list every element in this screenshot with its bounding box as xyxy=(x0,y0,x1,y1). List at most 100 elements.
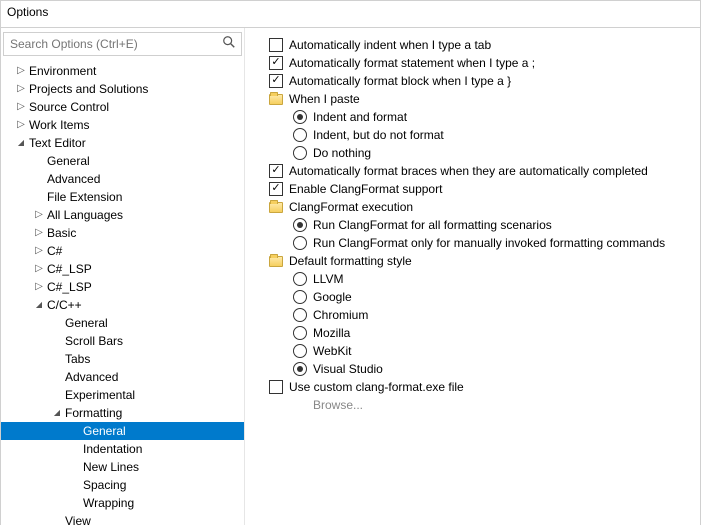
radio[interactable] xyxy=(293,308,307,322)
radio[interactable] xyxy=(293,272,307,286)
tree-item[interactable]: ▷Wrapping xyxy=(1,494,244,512)
settings-option[interactable]: Automatically indent when I type a tab xyxy=(251,36,696,54)
tree-item[interactable]: ▷General xyxy=(1,152,244,170)
search-input[interactable] xyxy=(4,33,241,55)
checkbox[interactable] xyxy=(269,56,283,70)
option-label: Indent and format xyxy=(313,108,407,126)
chevron-right-icon[interactable]: ▷ xyxy=(33,242,45,260)
options-tree[interactable]: ▷Environment▷Projects and Solutions▷Sour… xyxy=(1,60,244,525)
option-label: Mozilla xyxy=(313,324,350,342)
settings-option[interactable]: WebKit xyxy=(251,342,696,360)
settings-option[interactable]: Automatically format statement when I ty… xyxy=(251,54,696,72)
tree-item-label: All Languages xyxy=(45,206,123,224)
tree-item[interactable]: ▷Projects and Solutions xyxy=(1,80,244,98)
options-dialog: Options ▷Environment▷Projects and Soluti… xyxy=(0,0,701,525)
tree-item-label: Wrapping xyxy=(81,494,134,512)
tree-item[interactable]: ▷Scroll Bars xyxy=(1,332,244,350)
tree-item[interactable]: ◢Formatting xyxy=(1,404,244,422)
tree-item-label: Advanced xyxy=(45,170,100,188)
radio[interactable] xyxy=(293,218,307,232)
chevron-right-icon[interactable]: ▷ xyxy=(15,62,27,80)
settings-option[interactable]: Do nothing xyxy=(251,144,696,162)
settings-option[interactable]: Mozilla xyxy=(251,324,696,342)
chevron-down-icon[interactable]: ◢ xyxy=(51,404,63,422)
nav-panel: ▷Environment▷Projects and Solutions▷Sour… xyxy=(1,28,245,525)
tree-item[interactable]: ▷Advanced xyxy=(1,170,244,188)
chevron-right-icon[interactable]: ▷ xyxy=(15,116,27,134)
tree-item[interactable]: ▷C# xyxy=(1,242,244,260)
tree-item-label: General xyxy=(81,422,126,440)
tree-item-label: View xyxy=(63,512,91,525)
settings-option[interactable]: LLVM xyxy=(251,270,696,288)
option-label: Google xyxy=(313,288,352,306)
tree-item[interactable]: ▷All Languages xyxy=(1,206,244,224)
chevron-right-icon[interactable]: ▷ xyxy=(33,278,45,296)
dialog-body: ▷Environment▷Projects and Solutions▷Sour… xyxy=(1,28,700,525)
tree-item-label: C#_LSP xyxy=(45,278,92,296)
tree-item[interactable]: ▷Advanced xyxy=(1,368,244,386)
tree-item[interactable]: ▷General xyxy=(1,422,244,440)
chevron-right-icon[interactable]: ▷ xyxy=(33,224,45,242)
settings-option[interactable]: Indent and format xyxy=(251,108,696,126)
folder-icon xyxy=(269,202,283,213)
settings-option[interactable]: Google xyxy=(251,288,696,306)
radio[interactable] xyxy=(293,110,307,124)
chevron-right-icon[interactable]: ▷ xyxy=(33,260,45,278)
tree-item[interactable]: ▷Environment xyxy=(1,62,244,80)
search-box[interactable] xyxy=(3,32,242,56)
tree-item-label: New Lines xyxy=(81,458,139,476)
chevron-right-icon[interactable]: ▷ xyxy=(33,206,45,224)
settings-option[interactable]: Automatically format block when I type a… xyxy=(251,72,696,90)
settings-option[interactable]: Use custom clang-format.exe file xyxy=(251,378,696,396)
settings-option[interactable]: Indent, but do not format xyxy=(251,126,696,144)
checkbox[interactable] xyxy=(269,38,283,52)
chevron-right-icon[interactable]: ▷ xyxy=(15,98,27,116)
radio[interactable] xyxy=(293,128,307,142)
settings-panel[interactable]: Automatically indent when I type a tabAu… xyxy=(245,28,700,525)
settings-option[interactable]: Chromium xyxy=(251,306,696,324)
tree-item-label: Work Items xyxy=(27,116,89,134)
radio[interactable] xyxy=(293,290,307,304)
tree-item[interactable]: ▷Source Control xyxy=(1,98,244,116)
tree-item[interactable]: ▷New Lines xyxy=(1,458,244,476)
chevron-down-icon[interactable]: ◢ xyxy=(33,296,45,314)
option-label: Automatically format statement when I ty… xyxy=(289,54,535,72)
settings-option[interactable]: Automatically format braces when they ar… xyxy=(251,162,696,180)
tree-item[interactable]: ▷View xyxy=(1,512,244,525)
settings-option[interactable]: Visual Studio xyxy=(251,360,696,378)
tree-item[interactable]: ▷Basic xyxy=(1,224,244,242)
checkbox[interactable] xyxy=(269,380,283,394)
radio[interactable] xyxy=(293,326,307,340)
option-label: Automatically format braces when they ar… xyxy=(289,162,648,180)
checkbox[interactable] xyxy=(269,164,283,178)
folder-icon xyxy=(269,256,283,267)
tree-item[interactable]: ◢C/C++ xyxy=(1,296,244,314)
tree-item[interactable]: ▷C#_LSP xyxy=(1,260,244,278)
window-title: Options xyxy=(1,1,700,28)
option-label: Visual Studio xyxy=(313,360,383,378)
settings-option[interactable]: Run ClangFormat for all formatting scena… xyxy=(251,216,696,234)
tree-item[interactable]: ▷Work Items xyxy=(1,116,244,134)
search-icon[interactable] xyxy=(222,35,238,51)
chevron-right-icon[interactable]: ▷ xyxy=(15,80,27,98)
tree-item[interactable]: ▷General xyxy=(1,314,244,332)
settings-option[interactable]: Run ClangFormat only for manually invoke… xyxy=(251,234,696,252)
radio[interactable] xyxy=(293,146,307,160)
tree-item[interactable]: ◢Text Editor xyxy=(1,134,244,152)
radio[interactable] xyxy=(293,236,307,250)
tree-item-label: Projects and Solutions xyxy=(27,80,148,98)
radio[interactable] xyxy=(293,344,307,358)
radio[interactable] xyxy=(293,362,307,376)
browse-link[interactable]: Browse... xyxy=(251,396,696,414)
checkbox[interactable] xyxy=(269,74,283,88)
settings-group: ClangFormat execution xyxy=(251,198,696,216)
tree-item[interactable]: ▷Spacing xyxy=(1,476,244,494)
tree-item[interactable]: ▷C#_LSP xyxy=(1,278,244,296)
settings-option[interactable]: Enable ClangFormat support xyxy=(251,180,696,198)
tree-item[interactable]: ▷Experimental xyxy=(1,386,244,404)
tree-item[interactable]: ▷Tabs xyxy=(1,350,244,368)
chevron-down-icon[interactable]: ◢ xyxy=(15,134,27,152)
tree-item[interactable]: ▷Indentation xyxy=(1,440,244,458)
checkbox[interactable] xyxy=(269,182,283,196)
tree-item[interactable]: ▷File Extension xyxy=(1,188,244,206)
